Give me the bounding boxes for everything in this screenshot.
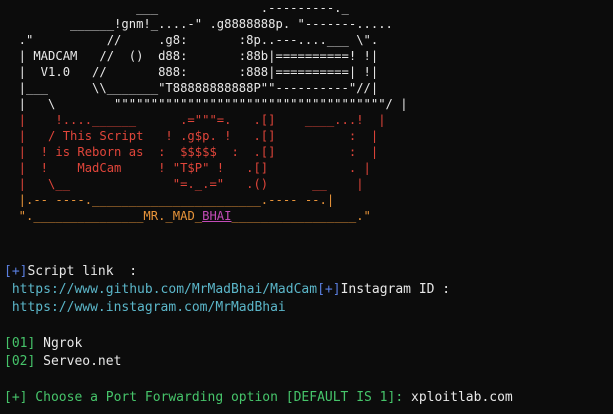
script-link-prefix: [+] bbox=[4, 264, 28, 279]
ascii-banner: ___ .---------._ ______!gnm!_....-" .g88… bbox=[4, 0, 408, 224]
banner-line: ______!gnm!_....-" .g8888888p. "-------.… bbox=[4, 17, 393, 31]
instagram-label: Instagram ID : bbox=[340, 282, 451, 297]
script-link-label: Script link : bbox=[27, 264, 138, 279]
banner-line: | ! MadCam ! "T$P" ! .[] . | bbox=[4, 161, 371, 175]
instagram-url-link[interactable]: https://www.instagram.com/MrMadBhai bbox=[12, 300, 286, 315]
github-line: https://www.github.com/MrMadBhai/MadCam[… bbox=[4, 281, 450, 299]
option-index: [01] bbox=[4, 336, 36, 351]
prompt-text: [+] Choose a Port Forwarding option [DEF… bbox=[4, 390, 411, 405]
banner-line: | MADCAM // () d88: :88b|==========! !| bbox=[4, 49, 379, 63]
banner-line: | \__ "=._.=" .() __ | bbox=[4, 177, 364, 191]
option-label-serveo: Serveo.net bbox=[43, 354, 122, 369]
banner-line: | / This Script ! .g$p. ! .[] : | bbox=[4, 129, 379, 143]
terminal-window[interactable]: ___ .---------._ ______!gnm!_....-" .g88… bbox=[0, 0, 613, 414]
instagram-line: https://www.instagram.com/MrMadBhai bbox=[4, 299, 286, 317]
banner-line: | \ """"""""""""""""""""""""""""""""""""… bbox=[4, 97, 408, 111]
banner-line: |.-- ----._______________________.---- -… bbox=[4, 193, 335, 207]
banner-line: "._______________MR._MAD_BHAI___________… bbox=[4, 209, 371, 223]
option-index: [02] bbox=[4, 354, 36, 369]
instagram-prefix: [+] bbox=[317, 282, 341, 297]
banner-line: | ! is Reborn as : $$$$$ : .[] : | bbox=[4, 145, 379, 159]
banner-line: ___ .---------._ bbox=[4, 1, 349, 15]
banner-line: | V1.0 // 888: :888|==========| !| bbox=[4, 65, 379, 79]
prompt-input[interactable]: xploitlab.com bbox=[411, 390, 513, 405]
github-url-link[interactable]: https://www.github.com/MrMadBhai/MadCam bbox=[12, 282, 317, 297]
banner-line: |___ \\_______"T88888888888P""----------… bbox=[4, 81, 379, 95]
prompt-line: [+] Choose a Port Forwarding option [DEF… bbox=[4, 389, 513, 407]
script-link-line: [+]Script link : bbox=[4, 263, 137, 281]
option-row: [01] Ngrok bbox=[4, 335, 82, 353]
option-row: [02] Serveo.net bbox=[4, 353, 121, 371]
banner-line: | !....______ .="""=. .[] ____...! | bbox=[4, 113, 386, 127]
banner-line: ." // .g8: :8p..---....___ \". bbox=[4, 33, 379, 47]
author-tag: MR._MAD_BHAI bbox=[143, 209, 232, 223]
option-label-ngrok: Ngrok bbox=[43, 336, 83, 351]
